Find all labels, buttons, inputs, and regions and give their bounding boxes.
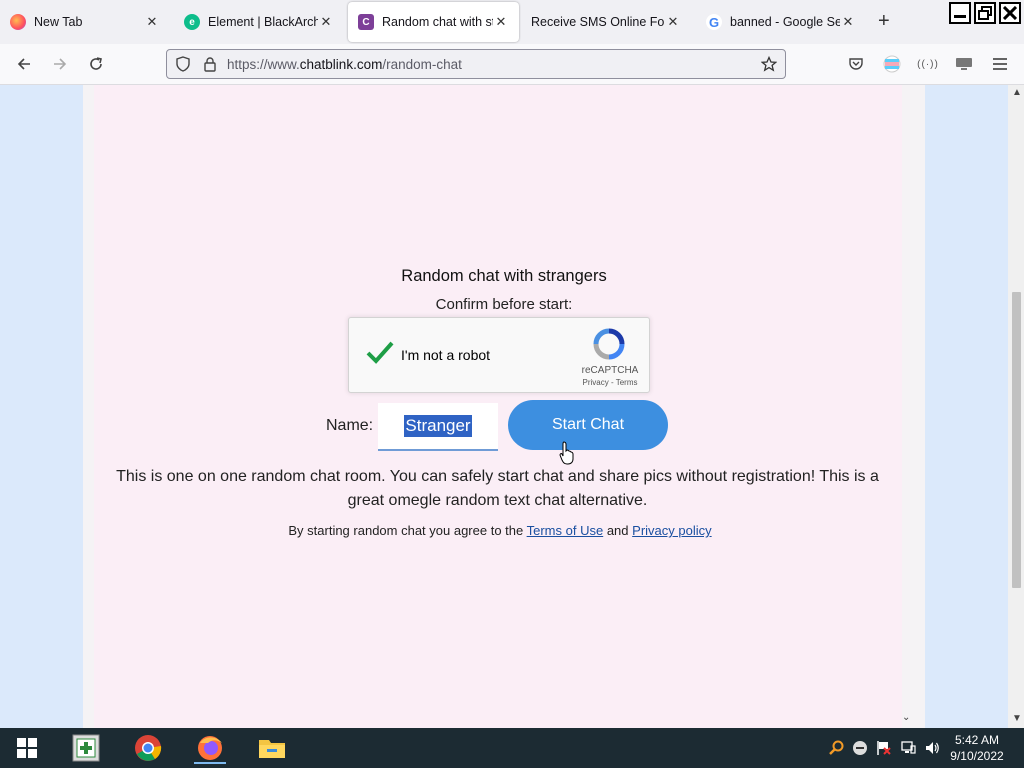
url-bar[interactable]: https://www.chatblink.com/random-chat bbox=[166, 49, 786, 79]
start-button[interactable] bbox=[11, 732, 43, 764]
extension-button[interactable] bbox=[880, 52, 904, 76]
recaptcha-widget: I'm not a robot reCAPTCHA Privacy - Term… bbox=[348, 317, 650, 393]
close-icon[interactable]: ✕ bbox=[665, 14, 681, 30]
menu-button[interactable] bbox=[988, 52, 1012, 76]
close-icon bbox=[1003, 6, 1017, 20]
description-text: This is one on one random chat room. You… bbox=[116, 468, 879, 509]
shield-icon[interactable] bbox=[175, 56, 191, 72]
flag-extension-icon bbox=[883, 55, 901, 73]
minimize-button[interactable] bbox=[949, 2, 971, 24]
volume-tray-icon[interactable] bbox=[924, 740, 940, 759]
name-label: Name: bbox=[326, 417, 374, 434]
tab-label: Element | BlackArch bbox=[208, 15, 318, 29]
green-plus-app-icon bbox=[72, 734, 100, 762]
recaptcha-label: I'm not a robot bbox=[401, 347, 491, 363]
search-tray-icon[interactable] bbox=[828, 740, 844, 759]
arrow-right-icon bbox=[54, 58, 67, 70]
close-icon[interactable]: ✕ bbox=[493, 14, 509, 30]
reload-icon bbox=[90, 57, 102, 70]
tab-label: Random chat with stra bbox=[382, 15, 493, 29]
tab-strip: New Tab ✕ e Element | BlackArch ✕ C Rand… bbox=[0, 0, 1024, 44]
taskbar-clock[interactable]: 5:42 AM 9/10/2022 bbox=[944, 732, 1010, 764]
recaptcha-links[interactable]: Privacy - Terms bbox=[577, 378, 643, 387]
clock-time: 5:42 AM bbox=[954, 733, 1000, 747]
tab-google-search[interactable]: G banned - Google Search ✕ bbox=[696, 2, 866, 42]
taskbar-chrome[interactable] bbox=[132, 732, 164, 764]
firefox-icon bbox=[198, 736, 222, 760]
extension-button-3[interactable] bbox=[952, 52, 976, 76]
url-text: https://www.chatblink.com/random-chat bbox=[227, 56, 462, 72]
close-icon[interactable]: ✕ bbox=[840, 14, 856, 30]
hand-cursor-icon bbox=[559, 441, 574, 465]
network-tray-icon[interactable] bbox=[900, 740, 916, 759]
scroll-up-icon[interactable]: ▲ bbox=[1012, 87, 1022, 98]
screen-extension-icon bbox=[956, 58, 972, 70]
element-icon: e bbox=[184, 14, 200, 30]
checkmark-icon[interactable] bbox=[365, 338, 395, 368]
back-button[interactable] bbox=[12, 52, 36, 76]
lock-icon[interactable] bbox=[203, 56, 217, 72]
agreement-and: and bbox=[606, 523, 629, 538]
close-icon[interactable]: ✕ bbox=[144, 14, 160, 30]
hamburger-menu-icon bbox=[993, 58, 1007, 70]
recaptcha-brand: reCAPTCHA bbox=[581, 365, 639, 376]
close-window-button[interactable] bbox=[999, 2, 1021, 24]
page-heading: Random chat with strangers bbox=[401, 267, 607, 285]
pocket-icon bbox=[849, 58, 863, 70]
taskbar: 5:42 AM 9/10/2022 bbox=[0, 728, 1024, 768]
brackets-extension-icon: ((·)) bbox=[917, 58, 939, 70]
inner-scroll-down-icon[interactable]: ⌄ bbox=[902, 712, 910, 723]
folder-icon bbox=[259, 740, 285, 758]
page-viewport: Random chat with strangers Confirm befor… bbox=[0, 85, 1008, 728]
firefox-icon bbox=[10, 14, 26, 30]
privacy-policy-link[interactable]: Privacy policy bbox=[632, 523, 711, 538]
chrome-icon bbox=[135, 735, 162, 761]
tab-random-chat[interactable]: C Random chat with stra ✕ bbox=[348, 2, 519, 42]
scroll-down-icon[interactable]: ▼ bbox=[1012, 713, 1022, 724]
name-input-value: Stranger bbox=[404, 415, 472, 437]
tab-label: Receive SMS Online For 15 bbox=[531, 15, 665, 29]
restore-button[interactable] bbox=[974, 2, 996, 24]
minimize-icon bbox=[954, 15, 966, 18]
close-icon[interactable]: ✕ bbox=[318, 14, 334, 30]
new-tab-button[interactable]: + bbox=[878, 10, 890, 32]
tab-new-tab[interactable]: New Tab ✕ bbox=[0, 2, 170, 42]
taskbar-file-explorer[interactable] bbox=[256, 732, 288, 764]
reload-button[interactable] bbox=[84, 52, 108, 76]
google-icon: G bbox=[706, 14, 722, 30]
chatblink-icon: C bbox=[358, 14, 374, 30]
agreement-prefix: By starting random chat you agree to the bbox=[288, 523, 524, 538]
arrow-left-icon bbox=[17, 58, 30, 70]
agreement-text: By starting random chat you agree to the… bbox=[0, 523, 1000, 538]
tab-element-blackarch[interactable]: e Element | BlackArch ✕ bbox=[174, 2, 344, 42]
pocket-button[interactable] bbox=[844, 52, 868, 76]
forward-button[interactable] bbox=[48, 52, 72, 76]
status-tray-icon[interactable] bbox=[852, 740, 868, 759]
clock-date: 9/10/2022 bbox=[950, 749, 1004, 763]
name-input[interactable]: Stranger bbox=[378, 403, 498, 451]
start-chat-button[interactable]: Start Chat bbox=[508, 400, 668, 450]
flag-tray-icon[interactable] bbox=[876, 740, 892, 759]
restore-icon bbox=[978, 6, 992, 20]
scrollbar-thumb[interactable] bbox=[1012, 292, 1021, 588]
navigation-bar: https://www.chatblink.com/random-chat ((… bbox=[0, 44, 1024, 85]
page-scrollbar[interactable]: ▲ ▼ bbox=[1008, 85, 1024, 728]
terms-of-use-link[interactable]: Terms of Use bbox=[527, 523, 604, 538]
taskbar-app-1[interactable] bbox=[70, 732, 102, 764]
tab-label: banned - Google Search bbox=[730, 15, 840, 29]
extension-button-2[interactable]: ((·)) bbox=[916, 52, 940, 76]
tab-label: New Tab bbox=[34, 15, 83, 29]
confirm-text: Confirm before start: bbox=[435, 296, 573, 313]
taskbar-firefox[interactable] bbox=[194, 732, 226, 764]
windows-icon bbox=[17, 738, 37, 758]
star-icon[interactable] bbox=[761, 56, 777, 72]
tab-receive-sms[interactable]: Receive SMS Online For 15 ✕ bbox=[521, 2, 691, 42]
recaptcha-logo-icon bbox=[593, 328, 625, 360]
page-content-area bbox=[94, 85, 902, 728]
